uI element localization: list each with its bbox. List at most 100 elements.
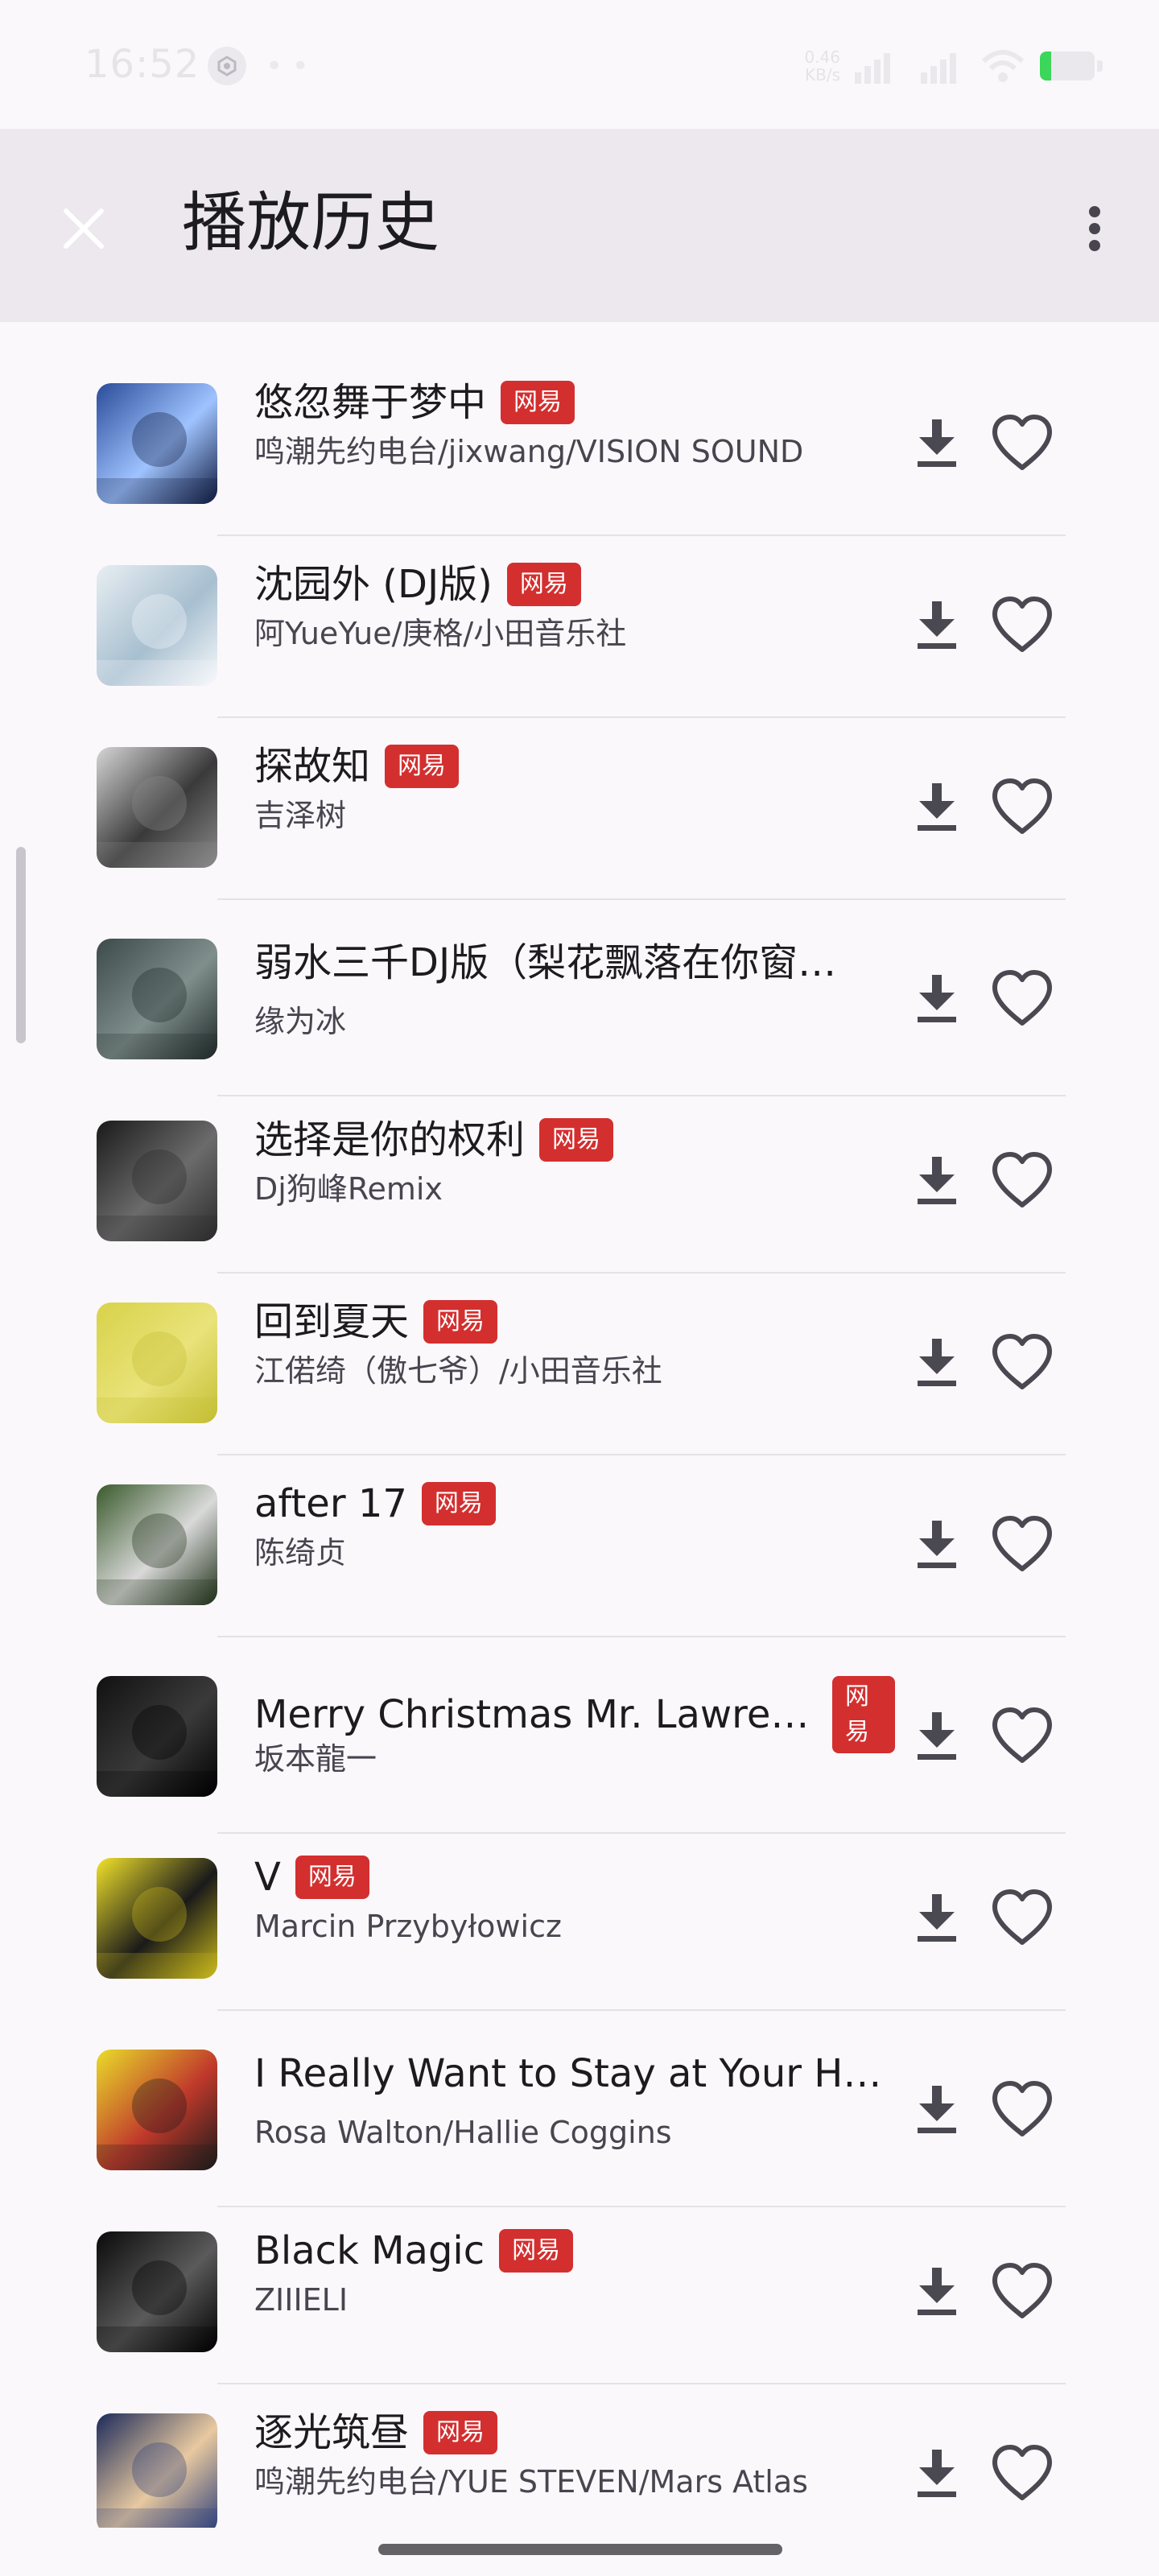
favorite-button[interactable] (984, 769, 1061, 846)
song-row[interactable]: I Really Want to Stay at Your House Rosa … (0, 2016, 1159, 2207)
song-artist: 吉泽树 (254, 798, 347, 833)
album-cover (97, 747, 217, 868)
favorite-button[interactable] (984, 1880, 1061, 1957)
song-title-line: Black Magic 网易 (254, 2227, 574, 2275)
download-icon (918, 1521, 956, 1568)
song-row[interactable]: 悠忽舞于梦中 网易 鸣潮先约电台/jixwang/VISION SOUND (0, 354, 1159, 536)
song-title-line: 逐光筑昼 网易 (254, 2409, 498, 2457)
song-artist: 阿YueYue/庚格/小田音乐社 (254, 616, 627, 651)
song-title: Merry Christmas Mr. Lawrence (254, 1692, 818, 1737)
wifi-icon (981, 50, 1025, 82)
download-button[interactable] (901, 2438, 972, 2509)
album-cover (97, 939, 217, 1059)
download-icon (918, 783, 956, 831)
status-bar: 16:52 • • 0.46 KB/s (0, 0, 1159, 129)
album-cover (97, 565, 217, 686)
favorite-button[interactable] (984, 1142, 1061, 1220)
close-icon (64, 208, 104, 249)
signal-icon-1 (855, 53, 890, 84)
download-icon (918, 419, 956, 467)
favorite-button[interactable] (984, 1506, 1061, 1583)
album-cover (97, 1302, 217, 1423)
favorite-button[interactable] (984, 960, 1061, 1038)
download-button[interactable] (901, 1701, 972, 1772)
download-icon (918, 2086, 956, 2133)
battery-icon (1040, 52, 1103, 80)
download-button[interactable] (901, 408, 972, 479)
song-row[interactable]: 选择是你的权利 网易 Dj狗峰Remix (0, 1092, 1159, 1274)
song-row[interactable]: V 网易 Marcin Przybyłowicz (0, 1829, 1159, 2011)
song-title: 回到夏天 (254, 1299, 410, 1344)
song-title-line: 沈园外 (DJ版) 网易 (254, 560, 581, 609)
source-badge: 网易 (423, 2411, 498, 2454)
favorite-button[interactable] (984, 2435, 1061, 2512)
song-title-line: V 网易 (254, 1853, 369, 1901)
row-divider (217, 1636, 1066, 1637)
song-row[interactable]: Black Magic 网易 ZIIIELI (0, 2202, 1159, 2384)
song-artist: 江偌绮（傲七爷）/小田音乐社 (254, 1353, 662, 1389)
download-button[interactable] (901, 1883, 972, 1954)
download-button[interactable] (901, 1327, 972, 1398)
source-badge: 网易 (539, 1118, 614, 1162)
heart-icon (992, 2445, 1052, 2500)
song-title: 悠忽舞于梦中 (254, 380, 487, 425)
favorite-button[interactable] (984, 2253, 1061, 2330)
download-button[interactable] (901, 964, 972, 1034)
song-row[interactable]: 回到夏天 网易江偌绮（傲七爷）/小田音乐社 (0, 1274, 1159, 1455)
song-row[interactable]: 弱水三千DJ版（梨花飘落在你窗… 缘为冰 (0, 905, 1159, 1096)
network-speed-unit: KB/s (805, 65, 840, 85)
source-badge: 网易 (295, 1856, 369, 1899)
album-cover (97, 1121, 217, 1241)
heart-icon (992, 1516, 1052, 1571)
download-button[interactable] (901, 772, 972, 843)
favorite-button[interactable] (984, 2071, 1061, 2149)
row-divider (217, 2009, 1066, 2011)
download-icon (918, 975, 956, 1022)
heart-icon (992, 1152, 1052, 1208)
favorite-button[interactable] (984, 405, 1061, 482)
heart-icon (992, 2081, 1052, 2136)
download-icon (918, 1712, 956, 1760)
song-row[interactable]: 逐光筑昼 网易鸣潮先约电台/YUE STEVEN/Mars Atlas (0, 2384, 1159, 2528)
favorite-button[interactable] (984, 1698, 1061, 1775)
song-artist: Marcin Przybyłowicz (254, 1909, 562, 1944)
song-title: V (254, 1855, 281, 1900)
song-artist: 鸣潮先约电台/YUE STEVEN/Mars Atlas (254, 2464, 808, 2500)
network-speed: 0.46 KB/s (804, 48, 840, 84)
status-time: 16:52 (85, 42, 200, 87)
song-title: I Really Want to Stay at Your House (254, 2051, 890, 2096)
page-title: 播放历史 (182, 185, 439, 260)
source-badge: 网易 (385, 745, 460, 788)
gesture-navigation-bar[interactable] (378, 2544, 782, 2555)
notification-dots: • • (266, 50, 309, 83)
heart-icon (992, 970, 1052, 1026)
download-button[interactable] (901, 1146, 972, 1216)
song-row[interactable]: 沈园外 (DJ版) 网易阿YueYue/庚格/小田音乐社 (0, 536, 1159, 718)
close-button[interactable] (48, 193, 119, 264)
song-title: after 17 (254, 1481, 407, 1526)
heart-icon (992, 1889, 1052, 1945)
heart-icon (992, 2263, 1052, 2318)
more-options-button[interactable] (1059, 193, 1130, 264)
song-artist: 坂本龍一 (254, 1741, 377, 1777)
song-title: 弱水三千DJ版（梨花飘落在你窗… (254, 940, 837, 985)
download-button[interactable] (901, 590, 972, 661)
heart-icon (992, 1707, 1052, 1763)
song-row[interactable]: Merry Christmas Mr. Lawrence 网易 坂本龍一 (0, 1642, 1159, 1834)
album-cover (97, 1484, 217, 1605)
source-badge: 网易 (423, 1300, 498, 1344)
song-title: 沈园外 (DJ版) (254, 562, 493, 607)
favorite-button[interactable] (984, 587, 1061, 664)
download-button[interactable] (901, 1509, 972, 1580)
song-title-line: 选择是你的权利 网易 (254, 1116, 614, 1164)
song-artist: Rosa Walton/Hallie Coggins (254, 2115, 672, 2150)
download-button[interactable] (901, 2074, 972, 2145)
source-badge: 网易 (499, 2229, 574, 2273)
favorite-button[interactable] (984, 1324, 1061, 1402)
song-row[interactable]: 探故知 网易 吉泽树 (0, 718, 1159, 900)
source-badge: 网易 (501, 381, 575, 424)
download-button[interactable] (901, 2256, 972, 2327)
song-row[interactable]: after 17 网易 陈绮贞 (0, 1455, 1159, 1637)
download-icon (918, 1157, 956, 1204)
status-indicators: 0.46 KB/s (804, 40, 1103, 92)
